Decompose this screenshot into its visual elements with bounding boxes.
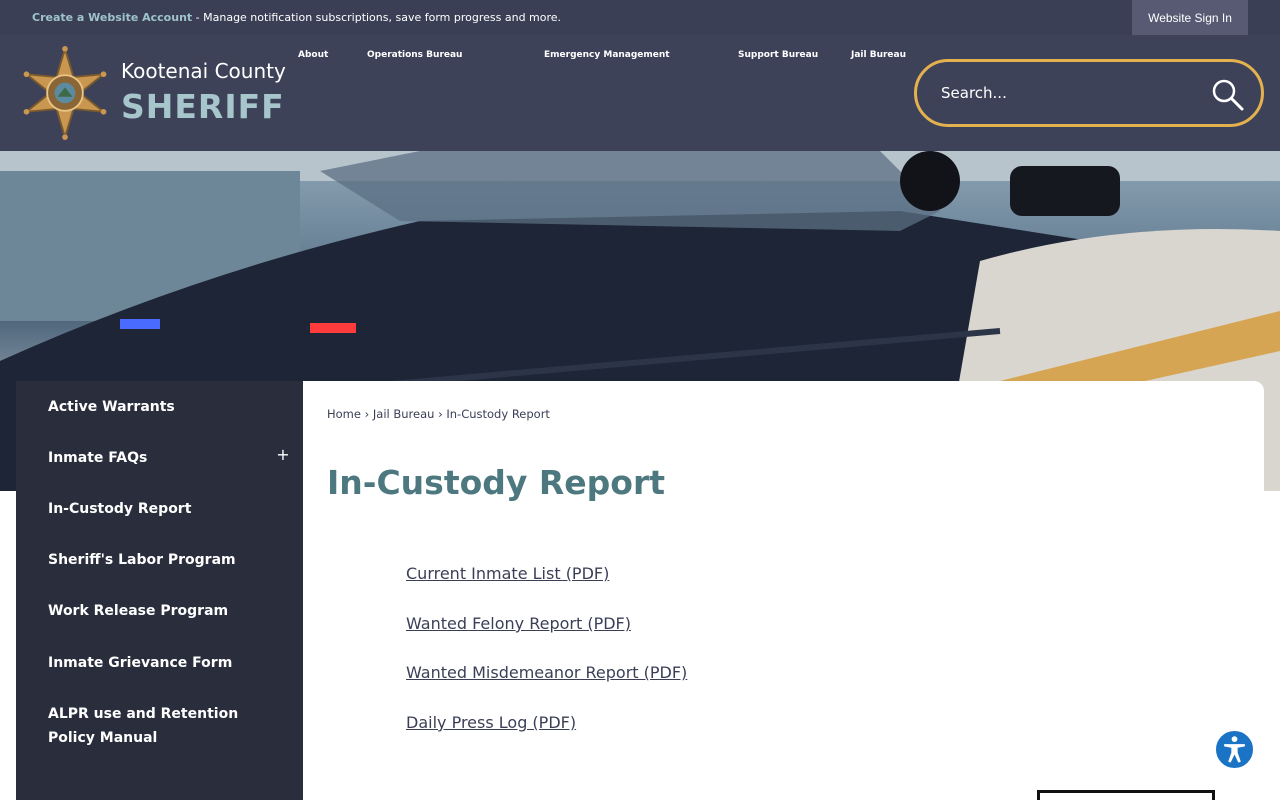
sidebar-item-alpr-policy[interactable]: ALPR use and Retention Policy Manual — [48, 702, 278, 750]
nav-jail-bureau[interactable]: Jail Bureau — [851, 50, 906, 60]
nav-support-bureau[interactable]: Support Bureau — [738, 50, 818, 60]
breadcrumb-home[interactable]: Home — [327, 407, 361, 421]
sheriff-badge-icon[interactable] — [18, 45, 112, 141]
accessibility-icon[interactable] — [1214, 729, 1255, 770]
breadcrumb-separator: › — [438, 407, 443, 421]
nav-operations-bureau[interactable]: Operations Bureau — [367, 50, 462, 60]
brand-county[interactable]: Kootenai County — [121, 59, 286, 83]
nav-about[interactable]: About — [298, 50, 328, 60]
sidebar-nav: Active Warrants Inmate FAQs + In-Custody… — [16, 381, 303, 800]
breadcrumb: Home › Jail Bureau › In-Custody Report — [327, 407, 550, 421]
website-sign-in-button[interactable]: Website Sign In — [1132, 0, 1248, 35]
main-content: Home › Jail Bureau › In-Custody Report I… — [303, 381, 1264, 800]
sidebar-item-grievance-form[interactable]: Inmate Grievance Form — [48, 651, 278, 675]
create-account-link[interactable]: Create a Website Account — [32, 11, 192, 24]
nav-emergency-management[interactable]: Emergency Management — [544, 50, 670, 60]
breadcrumb-separator: › — [364, 407, 370, 421]
search-input[interactable] — [941, 79, 1191, 107]
brand-sheriff[interactable]: SHERIFF — [121, 87, 285, 126]
utility-bar: Create a Website Account - Manage notifi… — [0, 0, 1280, 35]
expand-plus-icon[interactable]: + — [275, 447, 291, 463]
sidebar-item-labor-program[interactable]: Sheriff's Labor Program — [48, 548, 278, 572]
account-message-text: - Manage notification subscriptions, sav… — [192, 11, 562, 24]
site-header: Kootenai County SHERIFF About Operations… — [0, 35, 1280, 151]
doc-link-current-inmate-list[interactable]: Current Inmate List (PDF) — [406, 564, 609, 583]
breadcrumb-jail-bureau[interactable]: Jail Bureau — [373, 407, 435, 421]
doc-link-daily-press-log[interactable]: Daily Press Log (PDF) — [406, 713, 576, 732]
sidebar-item-inmate-faqs[interactable]: Inmate FAQs — [48, 446, 278, 470]
content-box-fragment — [1037, 790, 1215, 800]
search-box — [914, 59, 1264, 127]
breadcrumb-current: In-Custody Report — [446, 407, 550, 421]
search-icon[interactable] — [1211, 78, 1245, 112]
sidebar-item-in-custody-report[interactable]: In-Custody Report — [48, 497, 278, 521]
sidebar-item-work-release[interactable]: Work Release Program — [48, 599, 278, 623]
account-message: Create a Website Account - Manage notifi… — [32, 11, 561, 24]
doc-link-wanted-felony[interactable]: Wanted Felony Report (PDF) — [406, 614, 631, 633]
sidebar-item-active-warrants[interactable]: Active Warrants — [48, 395, 278, 419]
doc-link-wanted-misdemeanor[interactable]: Wanted Misdemeanor Report (PDF) — [406, 663, 687, 682]
page-title: In-Custody Report — [327, 463, 666, 502]
